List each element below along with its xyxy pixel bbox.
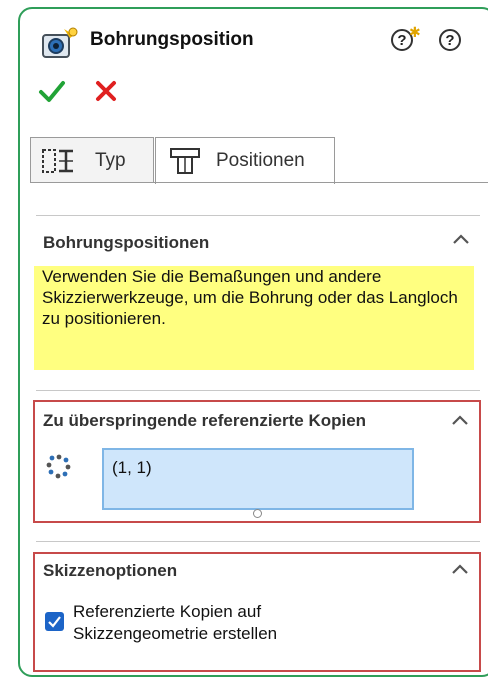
skip-instances-list[interactable]: (1, 1): [102, 448, 414, 510]
section-title-positions: Bohrungspositionen: [43, 233, 210, 252]
chevron-up-icon[interactable]: [451, 562, 469, 578]
hole-wizard-icon: [40, 26, 82, 60]
section-divider: [36, 541, 480, 542]
tab-typ-label: Typ: [95, 150, 126, 171]
close-icon: [96, 81, 116, 101]
cancel-button[interactable]: [94, 79, 118, 108]
resize-handle[interactable]: [253, 509, 262, 518]
pattern-instance-icon: [46, 453, 72, 484]
checkbox-label[interactable]: Referenzierte Kopien auf Skizzengeometri…: [73, 601, 277, 645]
info-note: Verwenden Sie die Bemaßungen und andere …: [34, 266, 474, 370]
checkbox-label-line1: Referenzierte Kopien auf: [73, 602, 262, 621]
hole-position-icon: [168, 146, 202, 182]
info-note-text: Verwenden Sie die Bemaßungen und andere …: [42, 267, 458, 328]
tabs-divider: [30, 182, 488, 183]
star-icon: ✱: [409, 24, 421, 40]
help-label: ?: [445, 32, 455, 49]
section-title-sketch: Skizzenoptionen: [43, 561, 178, 580]
ok-button[interactable]: [38, 78, 66, 109]
help-button[interactable]: ?: [439, 29, 461, 51]
section-title-skip: Zu überspringende referenzierte Kopien: [43, 411, 367, 430]
create-copies-checkbox[interactable]: [45, 612, 64, 631]
tab-positionen-label: Positionen: [216, 150, 305, 171]
section-divider: [36, 215, 480, 216]
hole-type-icon: [41, 147, 77, 181]
checkmark-icon: [39, 81, 65, 102]
checkbox-label-line2: Skizzengeometrie erstellen: [73, 624, 278, 643]
tab-positionen[interactable]: Positionen: [155, 137, 335, 184]
panel-title: Bohrungsposition: [90, 29, 254, 50]
chevron-up-icon[interactable]: [452, 232, 470, 248]
section-divider: [36, 390, 480, 391]
help-pushpin-label: ?: [397, 32, 407, 49]
chevron-up-icon[interactable]: [451, 413, 469, 429]
tab-typ[interactable]: Typ: [30, 137, 154, 183]
list-item[interactable]: (1, 1): [112, 458, 152, 477]
